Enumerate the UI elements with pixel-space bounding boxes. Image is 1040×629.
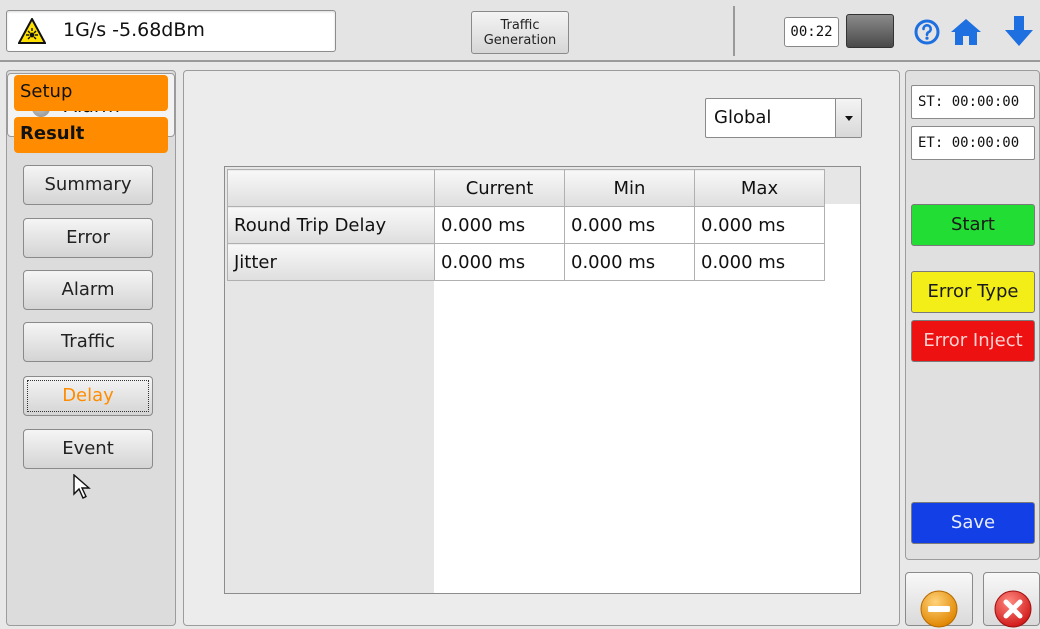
row-header-round-trip-delay: Round Trip Delay	[227, 206, 435, 244]
minus-circle-icon	[920, 590, 958, 628]
table-row: Jitter 0.000 ms 0.000 ms 0.000 ms	[227, 243, 825, 281]
scope-select-value: Global	[714, 107, 772, 128]
signal-status-box: 1G/s -5.68dBm	[6, 10, 336, 52]
cell-jitter-current: 0.000 ms	[434, 243, 565, 281]
column-header-current: Current	[434, 169, 565, 207]
header-divider	[733, 6, 735, 56]
delay-button[interactable]: Delay	[23, 376, 153, 416]
minimize-button[interactable]	[905, 572, 973, 628]
traffic-button[interactable]: Traffic	[23, 322, 153, 362]
results-table: Current Min Max Round Trip Delay 0.000 m…	[227, 169, 825, 281]
chevron-down-icon[interactable]	[835, 99, 861, 137]
traffic-button-line2: Generation	[483, 33, 557, 48]
error-inject-button[interactable]: Error Inject	[911, 320, 1035, 362]
event-button[interactable]: Event	[23, 429, 153, 469]
timer-display: 00:22	[784, 17, 839, 47]
traffic-button-line1: Traffic	[500, 18, 540, 33]
scope-select[interactable]: Global	[705, 98, 862, 138]
column-header-min: Min	[564, 169, 695, 207]
mouse-cursor-icon	[73, 474, 91, 499]
laser-warning-icon	[18, 18, 46, 44]
close-icon	[994, 590, 1032, 628]
cell-rtd-max: 0.000 ms	[694, 206, 825, 244]
elapsed-time-display: ET: 00:00:00	[911, 126, 1035, 160]
cell-jitter-min: 0.000 ms	[564, 243, 695, 281]
column-header-max: Max	[694, 169, 825, 207]
cell-rtd-min: 0.000 ms	[564, 206, 695, 244]
corner-header-cell	[227, 169, 435, 207]
table-row: Round Trip Delay 0.000 ms 0.000 ms 0.000…	[227, 206, 825, 244]
cell-jitter-max: 0.000 ms	[694, 243, 825, 281]
summary-button[interactable]: Summary	[23, 165, 153, 205]
close-button[interactable]	[983, 572, 1040, 628]
cell-rtd-current: 0.000 ms	[434, 206, 565, 244]
home-icon[interactable]	[949, 16, 983, 48]
start-time-display: ST: 00:00:00	[911, 85, 1035, 119]
row-header-jitter: Jitter	[227, 243, 435, 281]
delay-results-table: Current Min Max Round Trip Delay 0.000 m…	[224, 166, 861, 594]
alarm-button[interactable]: Alarm	[23, 270, 153, 310]
table-header-row: Current Min Max	[227, 169, 825, 207]
error-type-button[interactable]: Error Type	[911, 271, 1035, 313]
focus-ring	[27, 380, 149, 412]
traffic-generation-button[interactable]: Traffic Generation	[471, 11, 569, 54]
tab-result[interactable]: Result	[14, 117, 168, 153]
tab-setup[interactable]: Setup	[14, 75, 168, 111]
battery-icon	[846, 14, 894, 48]
down-arrow-icon[interactable]	[1003, 14, 1035, 48]
start-button[interactable]: Start	[911, 204, 1035, 246]
save-button[interactable]: Save	[911, 502, 1035, 544]
error-button[interactable]: Error	[23, 218, 153, 258]
signal-status-text: 1G/s -5.68dBm	[63, 19, 205, 41]
help-icon[interactable]	[914, 19, 940, 45]
